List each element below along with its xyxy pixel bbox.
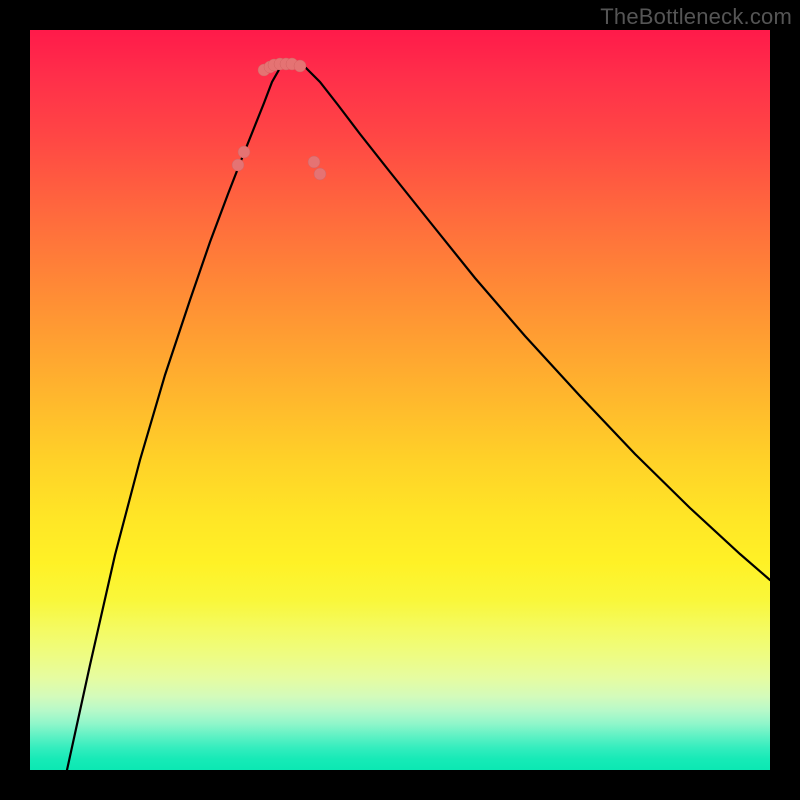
marker-dot — [308, 156, 320, 168]
marker-dot — [238, 146, 250, 158]
marker-dot — [314, 168, 326, 180]
curve-overlay-svg — [30, 30, 770, 770]
chart-frame: TheBottleneck.com — [0, 0, 800, 800]
plot-area — [30, 30, 770, 770]
marker-dot — [294, 60, 306, 72]
marker-dot — [232, 159, 244, 171]
watermark-text: TheBottleneck.com — [600, 4, 792, 30]
bottleneck-curve-path — [67, 62, 770, 770]
marker-dots-group — [232, 58, 326, 180]
